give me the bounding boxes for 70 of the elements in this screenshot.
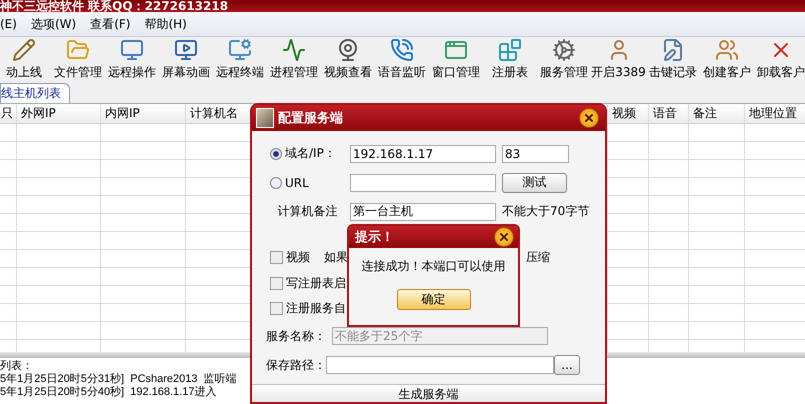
test-button[interactable]: 测试 xyxy=(502,172,567,192)
toolbar-button[interactable]: 语音监听 xyxy=(378,38,426,81)
toolbar-button[interactable]: 屏幕动画 xyxy=(162,38,210,81)
alert-title: 提示！ xyxy=(355,229,395,246)
monitor-play-icon xyxy=(174,38,198,62)
toolbar-button[interactable]: 窗口管理 xyxy=(432,38,480,81)
log-line: 5年1月25日20时5分31秒] PCshare2013 监听端 xyxy=(0,373,237,386)
monitor-icon xyxy=(120,38,144,62)
browse-button[interactable]: ... xyxy=(554,355,580,375)
address-field[interactable] xyxy=(350,174,496,192)
column-header: 外网IP xyxy=(17,104,101,123)
toolbar-button[interactable]: 卸载客户 xyxy=(757,38,805,81)
service-name-label: 服务名称： xyxy=(266,328,326,344)
tab[interactable]: 线主机列表 xyxy=(0,83,70,103)
generate-button[interactable]: 生成服务端 xyxy=(252,384,605,402)
toolbar-button[interactable]: 注册表 xyxy=(486,38,534,81)
checkbox[interactable]: 视频 xyxy=(270,249,310,266)
app-icon xyxy=(256,108,274,128)
port-field[interactable]: 83 xyxy=(502,144,569,162)
blocks-icon xyxy=(498,38,522,62)
column-header: 备注 xyxy=(689,104,745,123)
save-path-field[interactable] xyxy=(326,356,554,374)
column-header: 内网IP xyxy=(101,104,186,123)
phone-icon xyxy=(390,38,414,62)
toolbar-button[interactable]: 视频查看 xyxy=(324,38,372,81)
pencil-icon xyxy=(12,38,36,62)
address-field[interactable]: 192.168.1.17 xyxy=(350,144,496,162)
toolbar-button[interactable]: 进程管理 xyxy=(270,38,318,81)
folder-icon xyxy=(66,38,90,62)
checkbox[interactable]: 写注册表启 xyxy=(270,275,346,292)
log-line: 5年1月25日20时5分40秒] 192.168.1.17进入 xyxy=(0,386,216,399)
pulse-icon xyxy=(282,38,306,62)
toolbar-button[interactable]: 远程终端 xyxy=(216,38,264,81)
toolbar-button[interactable]: 文件管理 xyxy=(54,38,102,81)
close-button[interactable] xyxy=(494,227,514,247)
menu-item[interactable]: 选项(W) xyxy=(30,16,76,32)
save-path-label: 保存路径： xyxy=(266,356,326,374)
column-header: 只 xyxy=(0,104,17,123)
option-note: 如果 xyxy=(324,249,348,266)
users-icon xyxy=(715,38,739,62)
column-header: 视频 xyxy=(608,104,649,123)
column-header: 地理位置 xyxy=(745,104,805,123)
toolbar-button[interactable]: 服务管理 xyxy=(540,38,588,81)
monitor-gear-icon xyxy=(228,38,252,62)
toolbar-button[interactable]: 远程操作 xyxy=(108,38,156,81)
toolbar-button[interactable]: 创建客户 xyxy=(703,38,751,81)
menu-item[interactable]: 查看(F) xyxy=(90,16,130,32)
menu-item[interactable]: 帮助(H) xyxy=(144,16,187,32)
log-title: 列表： xyxy=(0,360,33,373)
remark-hint: 不能大于70字节 xyxy=(502,203,590,220)
close-icon xyxy=(498,231,510,243)
window-icon xyxy=(444,38,468,62)
compress-label: 压缩 xyxy=(526,249,550,266)
ok-button[interactable]: 确定 xyxy=(396,289,470,310)
close-icon xyxy=(583,112,595,124)
close-button[interactable] xyxy=(579,108,599,128)
webcam-icon xyxy=(336,38,360,62)
menu-item[interactable]: (E) xyxy=(0,17,17,31)
toolbar-button[interactable]: 击键记录 xyxy=(649,38,697,81)
toolbar-button[interactable]: 开启3389 xyxy=(594,38,643,81)
pen-document-icon xyxy=(661,38,685,62)
toolbar-button[interactable]: 动上线 xyxy=(0,38,48,81)
radio-button[interactable]: 域名/IP： xyxy=(270,145,344,162)
checkbox[interactable]: 注册服务自 xyxy=(270,300,346,317)
radio-button[interactable]: URL xyxy=(270,176,344,190)
gear-icon xyxy=(552,38,576,62)
column-header: 语音 xyxy=(649,104,689,123)
remark-label: 计算机备注 xyxy=(276,203,339,220)
alert-message: 连接成功！本端口可以使用 xyxy=(362,258,506,275)
remark-field[interactable]: 第一台主机 xyxy=(350,202,496,220)
